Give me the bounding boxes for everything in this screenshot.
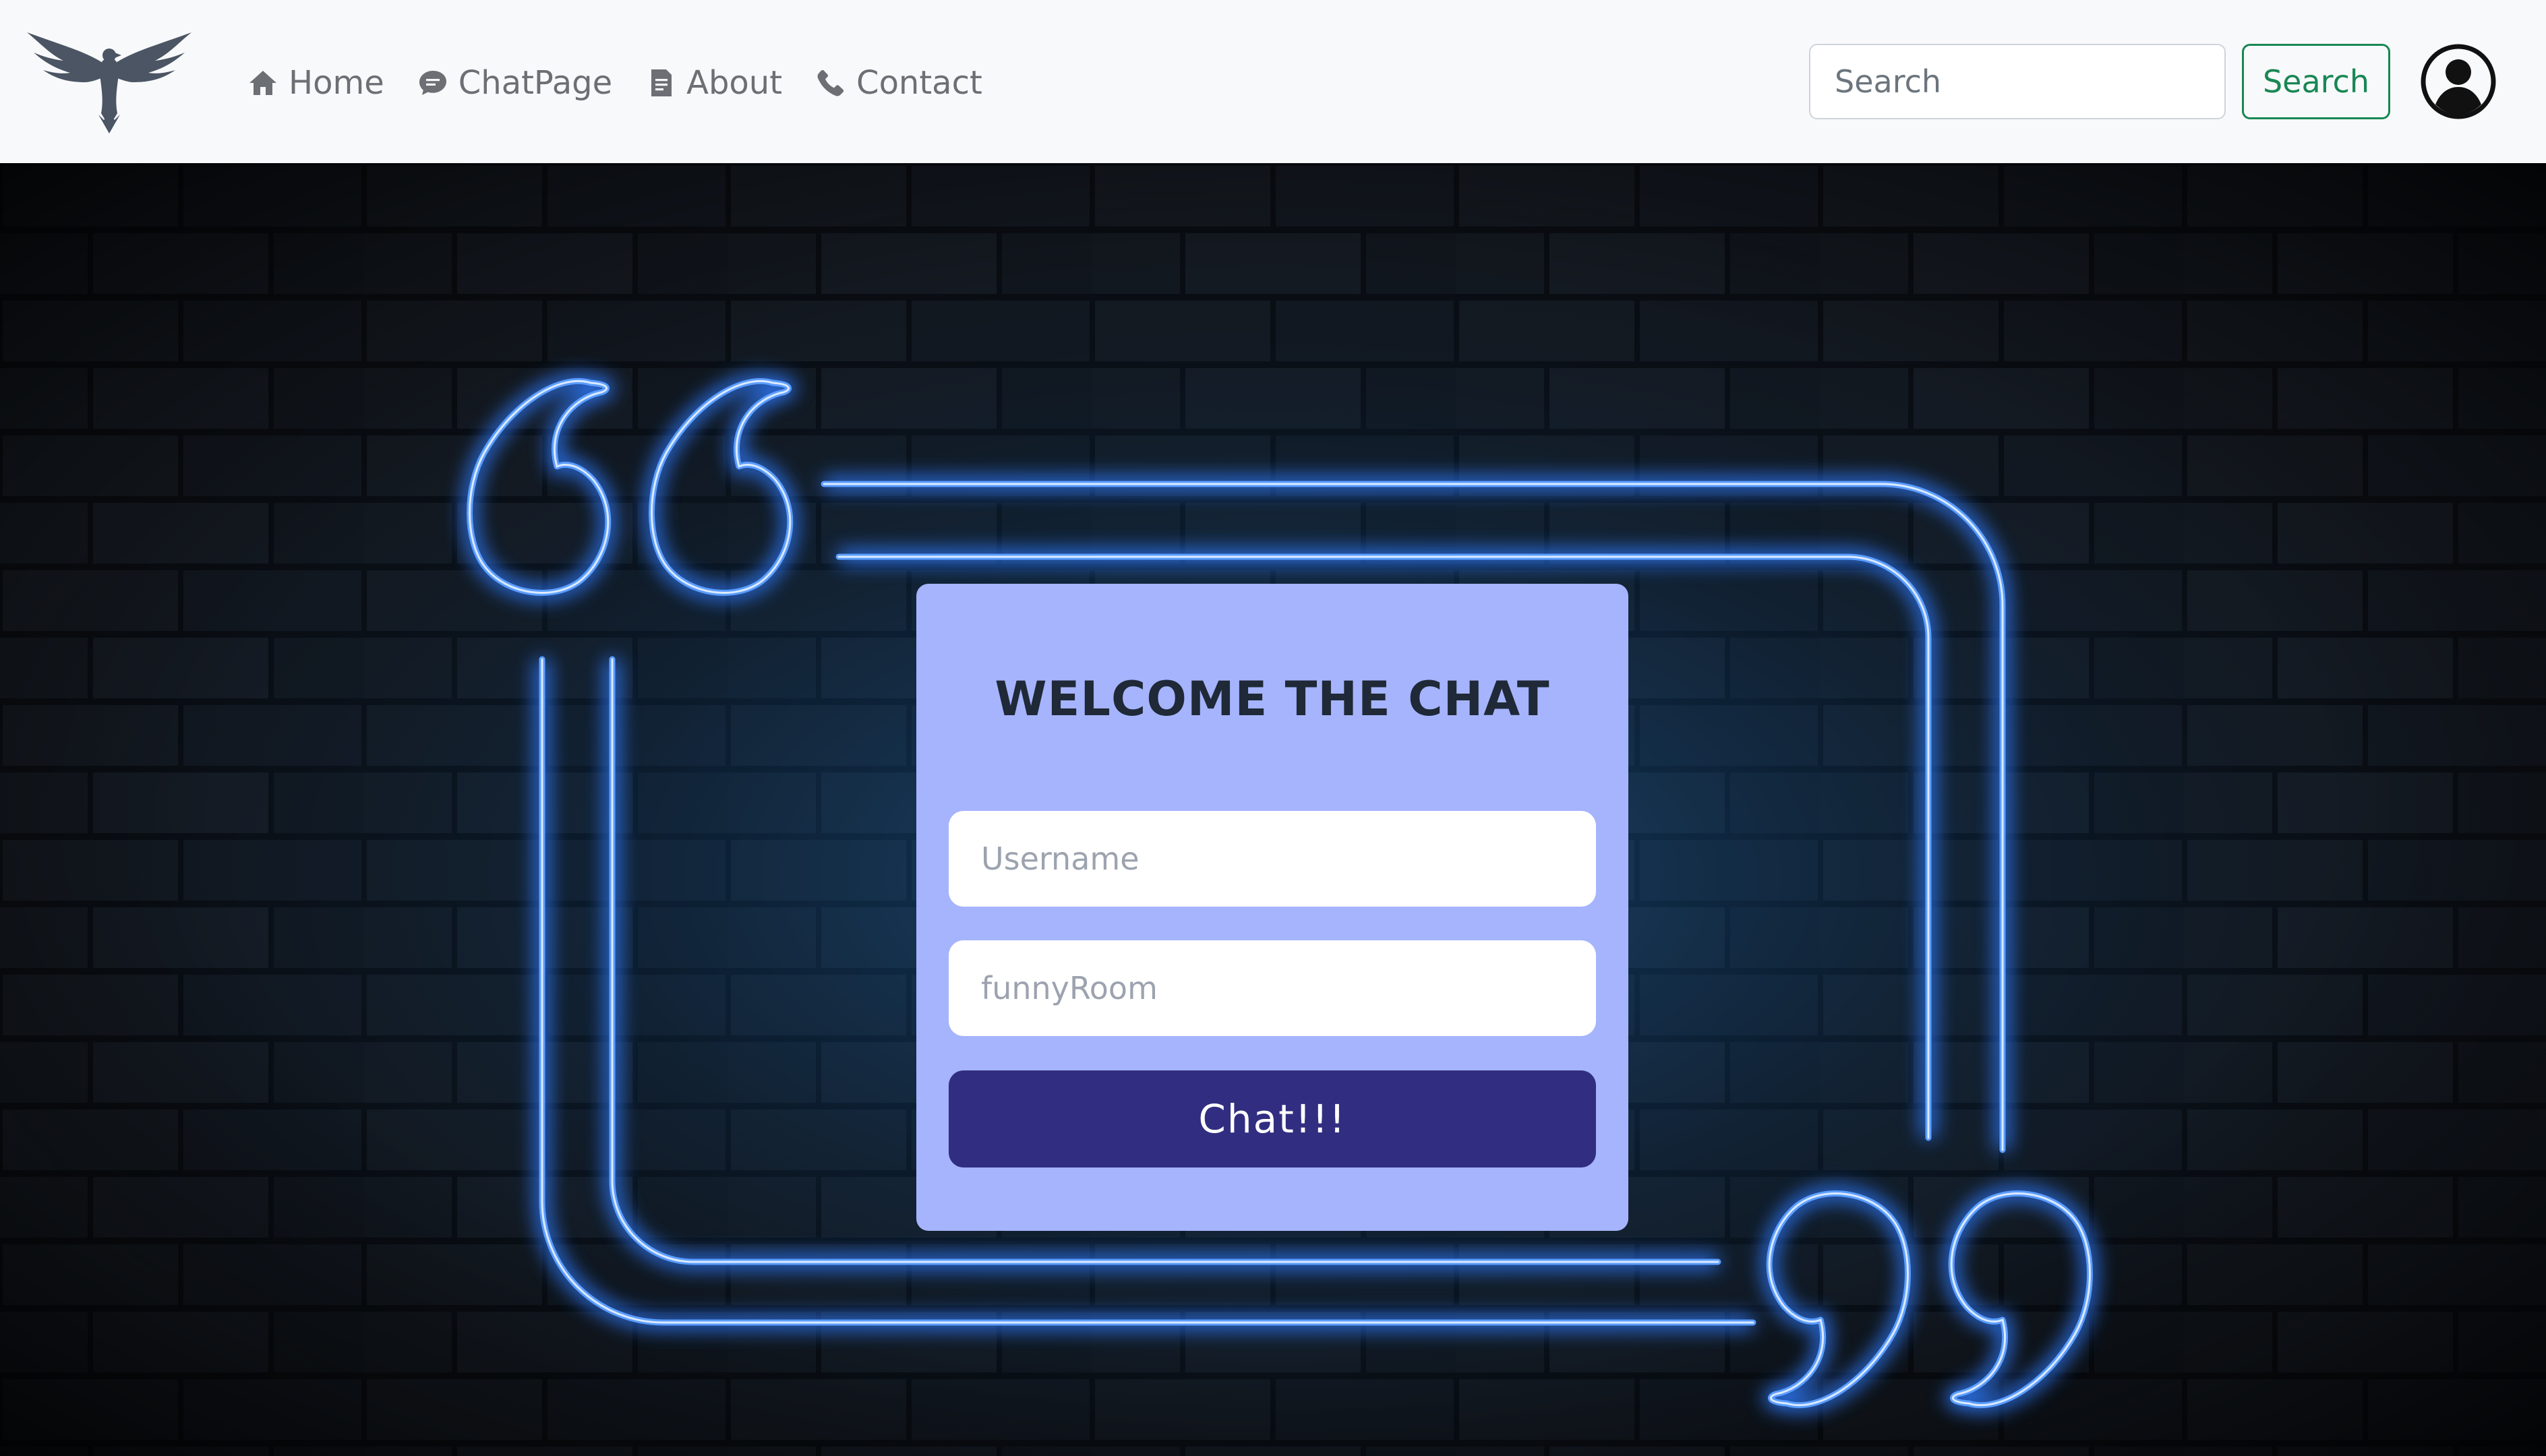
nav-links: Home ChatPage About Contact xyxy=(247,61,1015,105)
nav-link-contact[interactable]: Contact xyxy=(815,61,982,105)
nav-link-label: About xyxy=(686,64,783,102)
user-circle-icon[interactable] xyxy=(2421,44,2496,119)
home-icon xyxy=(247,67,279,99)
document-icon xyxy=(645,67,677,99)
phone-icon xyxy=(815,67,847,99)
chat-bubble-icon xyxy=(417,67,449,99)
card-title: WELCOME THE CHAT xyxy=(995,671,1550,727)
eagle-logo-icon[interactable] xyxy=(23,26,196,133)
nav-link-label: Home xyxy=(289,64,384,102)
search-button[interactable]: Search xyxy=(2242,44,2390,119)
username-input[interactable] xyxy=(949,811,1596,907)
nav-link-label: Contact xyxy=(856,64,982,102)
room-input[interactable] xyxy=(949,940,1596,1036)
chat-submit-button[interactable]: Chat!!! xyxy=(949,1070,1596,1167)
nav-link-about[interactable]: About xyxy=(645,61,782,105)
chat-join-card: WELCOME THE CHAT Chat!!! xyxy=(916,584,1628,1231)
navbar: Home ChatPage About Contact Search xyxy=(0,0,2546,163)
nav-link-chatpage[interactable]: ChatPage xyxy=(417,61,612,105)
search-input[interactable] xyxy=(1809,44,2226,119)
nav-link-home[interactable]: Home xyxy=(247,61,384,105)
nav-link-label: ChatPage xyxy=(458,64,613,102)
